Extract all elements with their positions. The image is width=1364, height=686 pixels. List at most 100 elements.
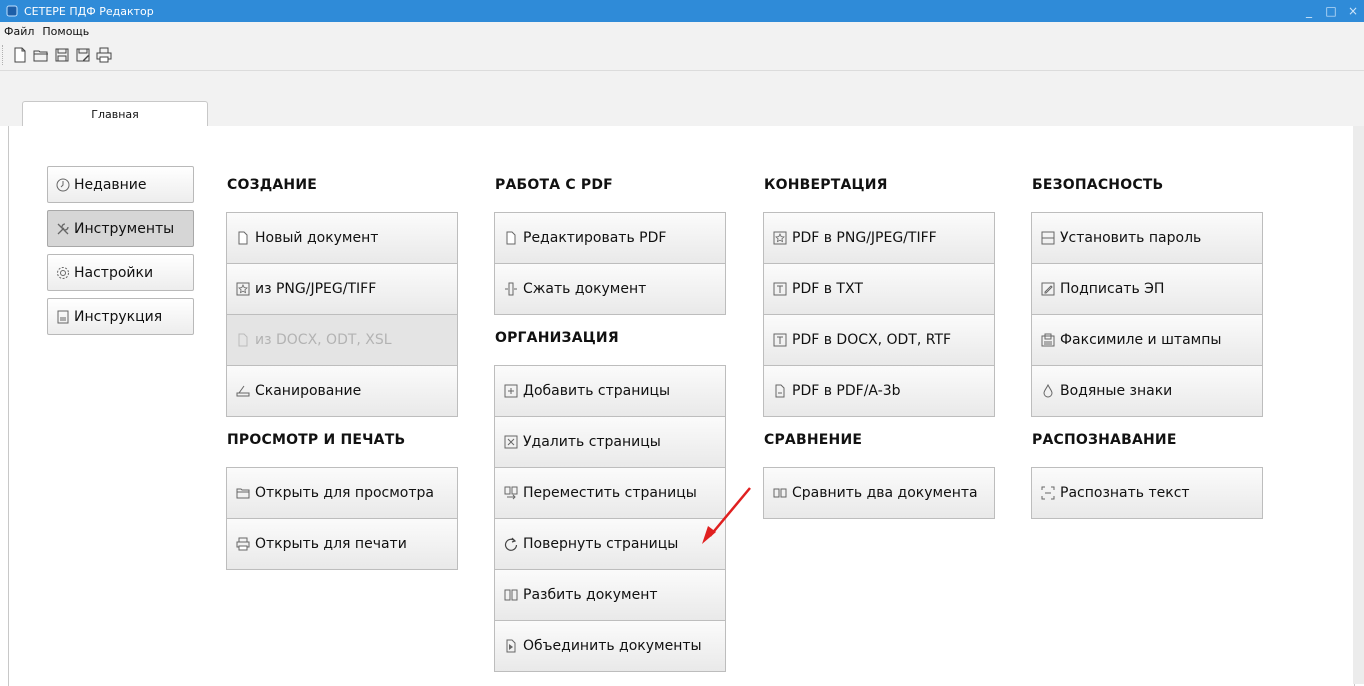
nav-settings-button[interactable]: Настройки [47, 254, 194, 291]
window-title: СЕТЕРЕ ПДФ Редактор [24, 4, 154, 18]
section-conversion-title: КОНВЕРТАЦИЯ [764, 177, 888, 193]
split-document-button[interactable]: Разбить документ [494, 569, 726, 621]
minimize-button[interactable]: _ [1298, 4, 1320, 18]
folder-icon [236, 488, 250, 499]
recognize-text-button[interactable]: Распознать текст [1031, 467, 1263, 519]
nav-recent-button[interactable]: Недавние [47, 166, 194, 203]
nav-tools-label: Инструменты [74, 220, 175, 237]
move-pages-label: Переместить страницы [523, 485, 697, 501]
merge-icon [506, 639, 516, 653]
print-button[interactable] [94, 44, 114, 66]
open-print-button[interactable]: Открыть для печати [226, 518, 458, 570]
edit-pdf-label: Редактировать PDF [523, 230, 667, 246]
compare-icon [773, 488, 787, 498]
sign-label: Подписать ЭП [1060, 281, 1165, 297]
stamps-button[interactable]: Факсимиле и штампы [1031, 314, 1263, 366]
new-document-button[interactable]: Новый документ [226, 212, 458, 264]
clock-icon [56, 178, 70, 191]
edit-pdf-button[interactable]: Редактировать PDF [494, 212, 726, 264]
add-pages-label: Добавить страницы [523, 383, 671, 399]
toolbar [0, 40, 1364, 71]
compress-label: Сжать документ [523, 281, 647, 297]
menu-help[interactable]: Помощь [38, 25, 93, 38]
rotate-icon [504, 537, 518, 551]
nav-recent-label: Недавние [74, 176, 147, 193]
scanning-button[interactable]: Сканирование [226, 365, 458, 417]
open-view-label: Открыть для просмотра [255, 485, 434, 501]
page-icon [238, 231, 248, 245]
section-comparison-title: СРАВНЕНИЕ [764, 432, 863, 448]
pdf-to-txt-button[interactable]: PDF в TXT [763, 263, 995, 315]
stamps-label: Факсимиле и штампы [1060, 332, 1222, 348]
pdf-to-image-label: PDF в PNG/JPEG/TIFF [792, 230, 937, 246]
section-security-title: БЕЗОПАСНОСТЬ [1032, 177, 1164, 193]
image-icon [773, 231, 787, 245]
section-organization-title: ОРГАНИЗАЦИЯ [495, 330, 619, 346]
app-icon [6, 5, 18, 17]
compress-icon [505, 282, 517, 296]
open-folder-button[interactable] [31, 44, 51, 66]
pdf-to-docx-label: PDF в DOCX, ODT, RTF [792, 332, 952, 348]
section-creation-title: СОЗДАНИЕ [227, 177, 318, 193]
compress-button[interactable]: Сжать документ [494, 263, 726, 315]
merge-documents-button[interactable]: Объединить документы [494, 620, 726, 672]
recognize-text-label: Распознать текст [1060, 485, 1190, 501]
split-document-label: Разбить документ [523, 587, 658, 603]
stamp-icon [1041, 333, 1055, 347]
watermarks-button[interactable]: Водяные знаки [1031, 365, 1263, 417]
nav-manual-label: Инструкция [74, 308, 163, 325]
page-icon [506, 231, 516, 245]
scanner-icon [236, 385, 250, 397]
nav-settings-label: Настройки [74, 264, 154, 281]
compare-documents-button[interactable]: Сравнить два документа [763, 467, 995, 519]
nav-tools-button[interactable]: Инструменты [47, 210, 194, 247]
from-image-label: из PNG/JPEG/TIFF [255, 281, 377, 297]
save-as-button[interactable] [73, 44, 93, 66]
pdfa-icon [775, 384, 785, 398]
move-pages-button[interactable]: Переместить страницы [494, 467, 726, 519]
nav-manual-button[interactable]: Инструкция [47, 298, 194, 335]
pdf-to-image-button[interactable]: PDF в PNG/JPEG/TIFF [763, 212, 995, 264]
merge-documents-label: Объединить документы [523, 638, 702, 654]
move-pages-icon [504, 486, 518, 500]
open-folder-icon [33, 50, 48, 62]
tab-home[interactable]: Главная [22, 101, 208, 127]
maximize-button[interactable]: □ [1320, 4, 1342, 18]
delete-pages-button[interactable]: Удалить страницы [494, 416, 726, 468]
ocr-icon [1041, 486, 1055, 500]
new-document-label: Новый документ [255, 230, 379, 246]
pdf-to-pdfa-label: PDF в PDF/A-3b [792, 383, 901, 399]
new-file-button[interactable] [10, 44, 30, 66]
open-view-button[interactable]: Открыть для просмотра [226, 467, 458, 519]
sign-icon [1041, 282, 1055, 296]
rotate-pages-button[interactable]: Повернуть страницы [494, 518, 726, 570]
set-password-button[interactable]: Установить пароль [1031, 212, 1263, 264]
pdf-to-pdfa-button[interactable]: PDF в PDF/A-3b [763, 365, 995, 417]
scrollbar[interactable] [1353, 126, 1364, 684]
text-icon [773, 333, 787, 347]
close-button[interactable]: × [1342, 4, 1364, 18]
save-as-icon [76, 48, 90, 62]
section-pdf-work-title: РАБОТА С PDF [495, 177, 613, 193]
from-docx-button[interactable]: из DOCX, ODT, XSL [226, 314, 458, 366]
split-icon [504, 589, 518, 601]
toolbar-grip[interactable] [2, 45, 6, 65]
from-docx-label: из DOCX, ODT, XSL [255, 332, 392, 348]
gear-icon [57, 266, 69, 279]
rotate-pages-label: Повернуть страницы [523, 536, 679, 552]
add-pages-button[interactable]: Добавить страницы [494, 365, 726, 417]
from-image-button[interactable]: из PNG/JPEG/TIFF [226, 263, 458, 315]
menu-bar: Файл Помощь [0, 22, 1364, 40]
section-recognition-title: РАСПОЗНАВАНИЕ [1032, 432, 1177, 448]
set-password-label: Установить пароль [1060, 230, 1202, 246]
printer-icon [236, 537, 250, 551]
title-bar: СЕТЕРЕ ПДФ Редактор _ □ × [0, 0, 1364, 22]
water-drop-icon [1043, 384, 1053, 398]
save-button[interactable] [52, 44, 72, 66]
menu-file[interactable]: Файл [0, 25, 38, 38]
print-icon [96, 47, 112, 63]
add-page-icon [504, 384, 518, 398]
watermarks-label: Водяные знаки [1060, 383, 1173, 399]
pdf-to-docx-button[interactable]: PDF в DOCX, ODT, RTF [763, 314, 995, 366]
sign-button[interactable]: Подписать ЭП [1031, 263, 1263, 315]
